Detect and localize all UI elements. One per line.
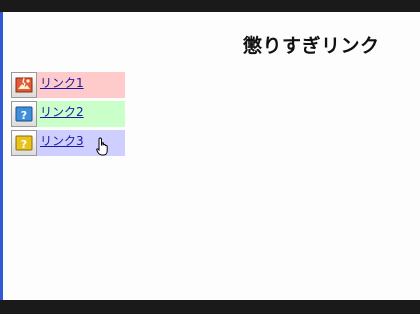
link-item-1: リンク1: [11, 72, 125, 98]
browser-page: 懲りすぎリンク リンク1 ? リンク2 ? リンク3: [0, 12, 420, 300]
link-3[interactable]: リンク3: [40, 132, 84, 149]
page-title: 懲りすぎリンク: [243, 35, 380, 57]
bottom-black-bar: [0, 300, 420, 314]
hand-pointer-icon: [96, 137, 108, 156]
help-question-icon: ?: [11, 101, 37, 127]
link-2[interactable]: リンク2: [40, 103, 84, 120]
video-frame: 懲りすぎリンク リンク1 ? リンク2 ? リンク3: [0, 0, 420, 314]
svg-text:?: ?: [21, 138, 27, 151]
svg-text:?: ?: [21, 109, 27, 122]
help-question-yellow-icon: ?: [11, 130, 37, 156]
link-1[interactable]: リンク1: [40, 74, 84, 91]
broken-image-icon: [11, 72, 37, 98]
top-black-bar: [0, 0, 420, 12]
link-item-2: ? リンク2: [11, 101, 125, 127]
